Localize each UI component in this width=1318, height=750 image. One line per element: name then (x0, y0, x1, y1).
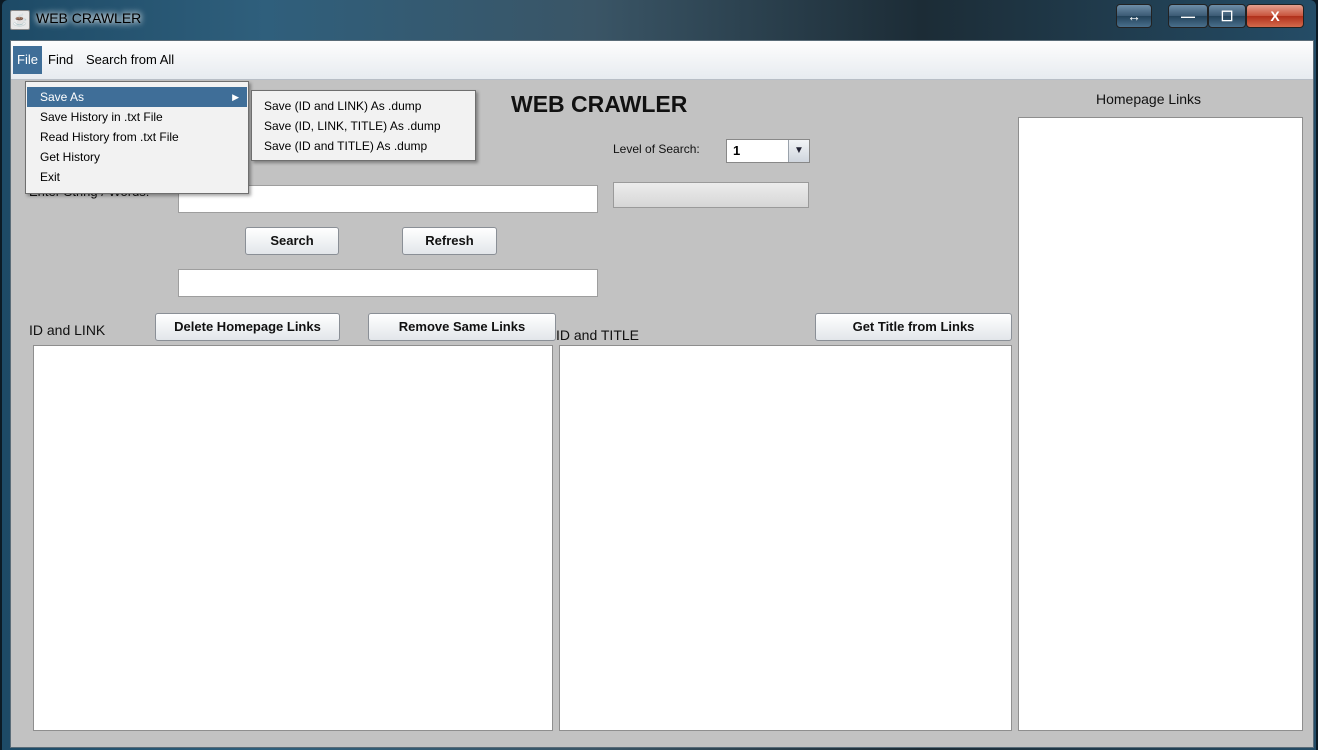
search-button[interactable]: Search (245, 227, 339, 255)
id-and-link-label: ID and LINK (29, 322, 106, 338)
menu-file[interactable]: File (13, 46, 42, 74)
menu-item-get-history[interactable]: Get History (27, 147, 247, 167)
menu-item-label: Save As (40, 90, 85, 104)
window-title: WEB CRAWLER (36, 10, 142, 26)
minimize-button[interactable]: — (1168, 4, 1208, 28)
app-window: ☕ WEB CRAWLER ↔ — ☐ X File Find Search f… (2, 0, 1316, 750)
file-dropdown-menu: Save As ▶ Save History in .txt File Read… (25, 81, 249, 194)
menu-item-save-as[interactable]: Save As ▶ (27, 87, 247, 107)
menu-item-save-id-title-dump[interactable]: Save (ID and TITLE) As .dump (264, 136, 474, 156)
id-and-link-textarea[interactable] (33, 345, 553, 731)
menu-item-save-id-link-dump[interactable]: Save (ID and LINK) As .dump (264, 96, 474, 116)
save-as-submenu: Save (ID and LINK) As .dump Save (ID, LI… (251, 90, 476, 161)
close-button[interactable]: X (1246, 4, 1304, 28)
page-title: WEB CRAWLER (511, 91, 688, 117)
client-area: File Find Search from All WEB CRAWLER Ho… (10, 40, 1314, 748)
java-app-icon: ☕ (10, 10, 30, 30)
menu-item-save-history[interactable]: Save History in .txt File (27, 107, 247, 127)
level-selected-value: 1 (733, 143, 741, 158)
menu-search-from-all[interactable]: Search from All (82, 46, 178, 74)
menu-item-save-id-link-title-dump[interactable]: Save (ID, LINK, TITLE) As .dump (264, 116, 474, 136)
get-title-from-links-button[interactable]: Get Title from Links (815, 313, 1012, 341)
chevron-down-icon[interactable]: ▼ (788, 140, 809, 162)
menu-bar: File Find Search from All (11, 41, 1313, 80)
maximize-button[interactable]: ☐ (1208, 4, 1246, 28)
homepage-links-textarea[interactable] (1018, 117, 1303, 731)
level-of-search-select[interactable]: 1 ▼ (726, 139, 810, 163)
remove-same-links-button[interactable]: Remove Same Links (368, 313, 556, 341)
title-bar[interactable]: ☕ WEB CRAWLER ↔ — ☐ X (2, 0, 1316, 38)
menu-item-exit[interactable]: Exit (27, 167, 247, 187)
refresh-button[interactable]: Refresh (402, 227, 497, 255)
resize-arrows-icon[interactable]: ↔ (1116, 4, 1152, 28)
delete-homepage-links-button[interactable]: Delete Homepage Links (155, 313, 340, 341)
id-and-title-textarea[interactable] (559, 345, 1012, 731)
submenu-arrow-icon: ▶ (232, 92, 239, 102)
progress-bar (613, 182, 809, 208)
homepage-links-label: Homepage Links (1096, 91, 1202, 107)
level-of-search-label: Level of Search: (613, 142, 700, 156)
result-field[interactable] (178, 269, 598, 297)
menu-item-read-history[interactable]: Read History from .txt File (27, 127, 247, 147)
menu-find[interactable]: Find (44, 46, 77, 74)
id-and-title-label: ID and TITLE (556, 327, 640, 343)
